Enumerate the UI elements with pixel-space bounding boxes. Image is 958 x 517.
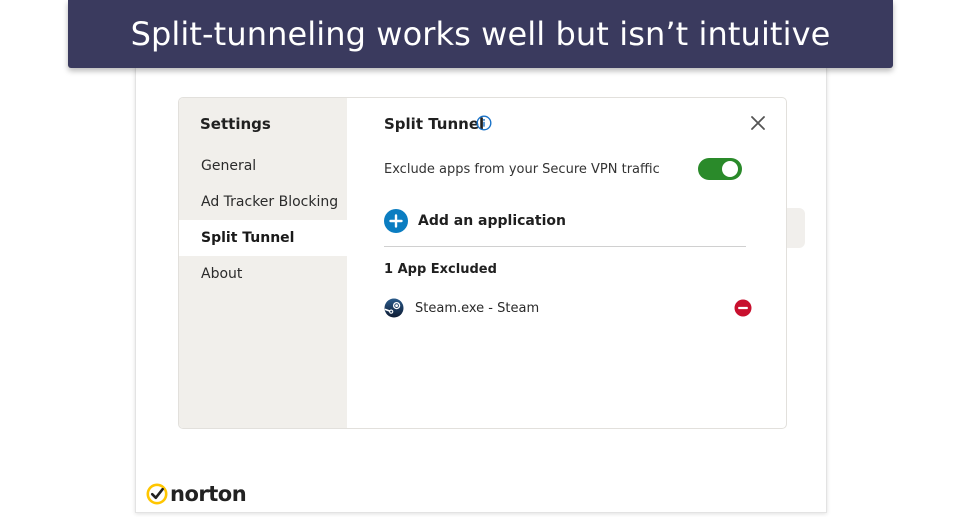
info-icon[interactable] [476,115,492,131]
sidebar-title: Settings [200,115,271,133]
title-banner: Split-tunneling works well but isn’t int… [68,0,893,68]
excluded-app-row: Steam.exe - Steam [384,297,752,319]
exclude-apps-label: Exclude apps from your Secure VPN traffi… [384,162,660,177]
excluded-apps-heading: 1 App Excluded [384,262,497,277]
settings-sidebar: Settings General Ad Tracker Blocking Spl… [179,98,347,428]
settings-dialog: Settings General Ad Tracker Blocking Spl… [178,97,787,429]
close-icon[interactable] [750,115,766,131]
remove-app-icon[interactable] [734,299,752,317]
section-divider [384,246,746,247]
toggle-knob [722,161,738,177]
background-sidebar-tab [786,208,805,248]
add-application-button[interactable]: Add an application [384,209,566,233]
plus-icon [384,209,408,233]
split-tunnel-panel: Split Tunnel Exclude apps from your Secu… [347,98,786,428]
norton-logo: norton [146,482,247,506]
panel-title: Split Tunnel [384,115,485,133]
norton-wordmark: norton [170,482,247,506]
exclude-apps-toggle[interactable] [698,158,742,180]
steam-icon [384,298,404,318]
add-application-label: Add an application [418,213,566,229]
sidebar-item-ad-tracker-blocking[interactable]: Ad Tracker Blocking [179,184,347,220]
sidebar-item-about[interactable]: About [179,256,347,292]
norton-checkmark-icon [146,483,168,505]
sidebar-item-general[interactable]: General [179,148,347,184]
app-name: Steam.exe - Steam [415,300,540,316]
sidebar-item-split-tunnel[interactable]: Split Tunnel [179,220,347,256]
banner-title: Split-tunneling works well but isn’t int… [130,15,831,53]
